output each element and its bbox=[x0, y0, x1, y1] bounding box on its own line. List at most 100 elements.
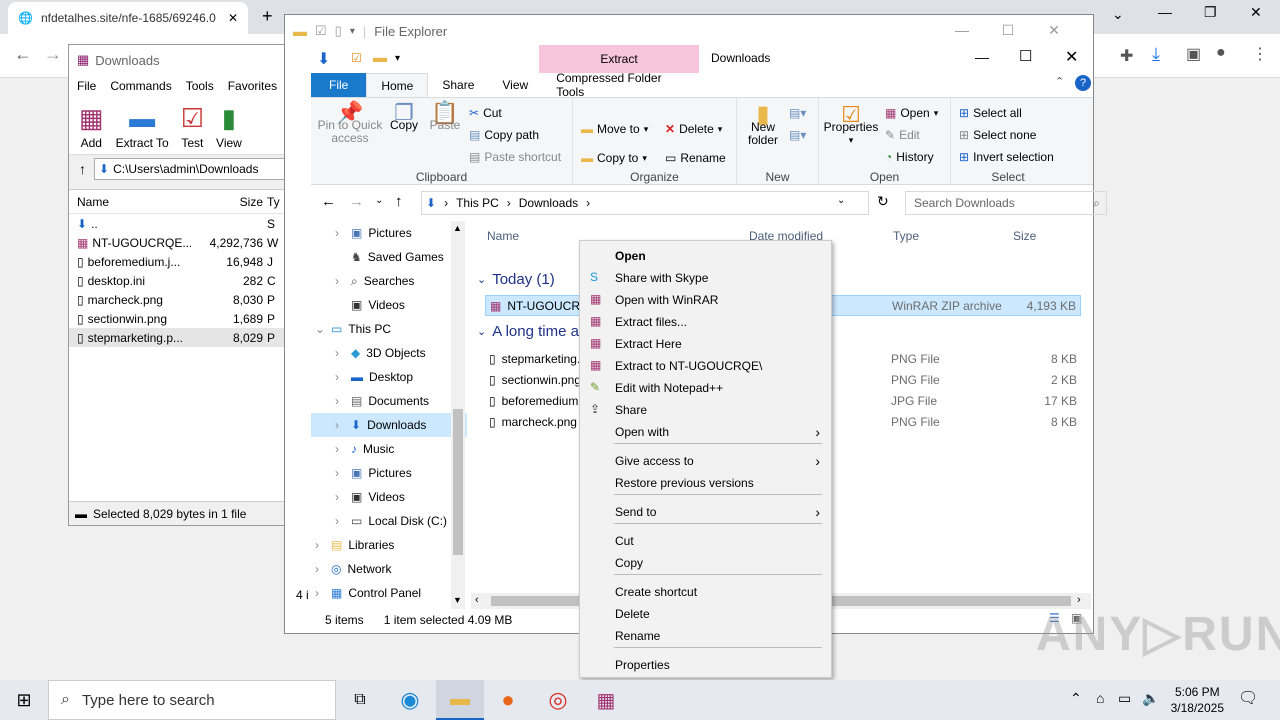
close-icon[interactable]: ✕ bbox=[1250, 4, 1262, 21]
tab-view[interactable]: View bbox=[488, 73, 542, 97]
copy-to-button[interactable]: ▬ Copy to ▾ bbox=[581, 151, 647, 165]
close-icon[interactable]: ✕ bbox=[1065, 47, 1078, 67]
rename-button[interactable]: ▭ Rename bbox=[665, 151, 726, 165]
menu-commands[interactable]: Commands bbox=[110, 79, 171, 93]
chevron-icon[interactable]: › bbox=[335, 346, 345, 360]
edit-button[interactable]: ✎ Edit bbox=[885, 128, 920, 142]
menu-favorites[interactable]: Favorites bbox=[228, 79, 277, 93]
winrar-path-field[interactable]: ⬇ C:\Users\admin\Downloads bbox=[94, 158, 285, 180]
close-icon[interactable]: ✕ bbox=[228, 11, 238, 25]
chevron-icon[interactable]: ⌄ bbox=[315, 322, 325, 336]
task-view-button[interactable]: ⧉ bbox=[336, 680, 384, 720]
network-tray-icon[interactable]: ⌂ bbox=[1096, 690, 1104, 706]
column-type[interactable]: Ty bbox=[267, 195, 285, 209]
chevron-up-icon[interactable]: ⌃ bbox=[1070, 690, 1082, 707]
menu-item-create-shortcut[interactable]: Create shortcut bbox=[582, 581, 830, 603]
easy-access-icon[interactable]: ▤▾ bbox=[789, 128, 806, 142]
refresh-icon[interactable]: ↻ bbox=[877, 193, 889, 210]
paste-shortcut-button[interactable]: ▤ Paste shortcut bbox=[469, 150, 561, 164]
list-item[interactable]: ▯ marcheck.png 8,030 P bbox=[69, 290, 285, 309]
tree-item[interactable]: ♞ Saved Games bbox=[311, 245, 467, 269]
tree-item[interactable]: › ▣ Pictures bbox=[311, 221, 467, 245]
chevron-icon[interactable]: › bbox=[335, 490, 345, 504]
chevron-down-icon[interactable]: ⌄ bbox=[1112, 6, 1124, 23]
restore-icon[interactable]: ❐ bbox=[1204, 4, 1217, 21]
file-explorer-button[interactable]: ▬ bbox=[436, 680, 484, 720]
menu-file[interactable]: File bbox=[77, 79, 96, 93]
column-size[interactable]: Size bbox=[191, 195, 267, 209]
address-bar[interactable]: ⬇ › This PC › Downloads › bbox=[421, 191, 869, 215]
chevron-icon[interactable]: › bbox=[335, 466, 345, 480]
menu-item-open-with[interactable]: Open with › bbox=[582, 421, 830, 443]
tree-item[interactable]: › ⬇ Downloads bbox=[311, 413, 467, 437]
start-button[interactable]: ⊞ bbox=[0, 680, 48, 720]
chevron-down-icon[interactable]: ▾ bbox=[350, 26, 355, 37]
copy-button[interactable]: ❐ Copy bbox=[387, 102, 421, 132]
tree-item[interactable]: › ▤ Documents bbox=[311, 389, 467, 413]
group-today[interactable]: ⌄ Today (1) bbox=[477, 271, 555, 288]
chevron-icon[interactable]: › bbox=[335, 514, 345, 528]
list-item[interactable]: ▯ beforemedium.j... 16,948 J bbox=[69, 252, 285, 271]
clock[interactable]: 5:06 PM 3/18/2025 bbox=[1171, 684, 1224, 716]
properties-icon[interactable]: ☑ bbox=[351, 51, 362, 65]
chevron-icon[interactable]: › bbox=[335, 394, 345, 408]
menu-item-share-with-skype[interactable]: S Share with Skype bbox=[582, 267, 830, 289]
test-button[interactable]: ☑ Test bbox=[181, 103, 204, 154]
new-folder-button[interactable]: ▮ New folder bbox=[743, 103, 783, 147]
tab-home[interactable]: Home bbox=[366, 73, 429, 97]
tree-scrollbar[interactable]: ▲ ▼ bbox=[451, 221, 465, 609]
forward-icon[interactable]: → bbox=[44, 44, 62, 65]
column-name[interactable]: Name bbox=[69, 195, 191, 209]
properties-icon[interactable]: ☑ bbox=[315, 23, 327, 39]
chevron-icon[interactable]: › bbox=[335, 226, 345, 240]
tree-item[interactable]: ⌄ ▭ This PC bbox=[311, 317, 467, 341]
extract-to-button[interactable]: ▬ Extract To bbox=[116, 103, 169, 154]
menu-item-extract-here[interactable]: ▦ Extract Here bbox=[582, 333, 830, 355]
view-button[interactable]: ▮ View bbox=[216, 103, 242, 154]
cut-button[interactable]: ✂ Cut bbox=[469, 106, 502, 120]
breadcrumb-downloads[interactable]: Downloads bbox=[519, 196, 578, 210]
menu-icon[interactable]: ⋮ bbox=[1252, 44, 1268, 64]
help-icon[interactable]: ? bbox=[1075, 75, 1091, 91]
chevron-icon[interactable]: › bbox=[335, 418, 345, 432]
chevron-down-icon[interactable]: ▼ bbox=[453, 595, 462, 605]
tree-item[interactable]: › ▦ Control Panel bbox=[311, 581, 467, 605]
chrome-button[interactable]: ◎ bbox=[534, 680, 582, 720]
menu-item-extract-to-folder[interactable]: ▦ Extract to NT-UGOUCRQE\ bbox=[582, 355, 830, 377]
profile-icon[interactable]: ● bbox=[1216, 44, 1226, 62]
search-input[interactable]: Search Downloads ⌕ bbox=[905, 191, 1107, 215]
menu-item-open[interactable]: Open bbox=[582, 245, 830, 267]
column-size[interactable]: Size bbox=[1013, 229, 1036, 243]
paste-button[interactable]: 📋 Paste bbox=[427, 102, 463, 132]
pin-quick-access-button[interactable]: 📌 Pin to Quick access bbox=[317, 102, 383, 145]
select-none-button[interactable]: ⊞ Select none bbox=[959, 128, 1036, 142]
tree-item[interactable]: › ◎ Network bbox=[311, 557, 467, 581]
menu-item-open-with-winrar[interactable]: ▦ Open with WinRAR bbox=[582, 289, 830, 311]
menu-item-restore-previous-versions[interactable]: Restore previous versions bbox=[582, 472, 830, 494]
tree-item[interactable]: › ⌕ Searches bbox=[311, 269, 467, 293]
select-all-button[interactable]: ⊞ Select all bbox=[959, 106, 1022, 120]
tree-item[interactable]: › ▣ Videos bbox=[311, 485, 467, 509]
tree-item[interactable]: › ▤ Libraries bbox=[311, 533, 467, 557]
chevron-right-icon[interactable]: › bbox=[1077, 594, 1081, 606]
scroll-thumb[interactable] bbox=[453, 409, 463, 555]
chevron-icon[interactable]: › bbox=[315, 586, 325, 600]
minimize-icon[interactable]: — bbox=[975, 49, 989, 65]
download-icon[interactable]: ⤓ bbox=[1152, 44, 1160, 65]
monitor-icon[interactable]: ▭ bbox=[1118, 690, 1131, 707]
menu-item-cut[interactable]: Cut bbox=[582, 530, 830, 552]
tree-item[interactable]: › ▬ Desktop bbox=[311, 365, 467, 389]
notification-icon[interactable]: 🗨 bbox=[1238, 688, 1258, 708]
extension-icon[interactable]: ✚ bbox=[1120, 46, 1133, 66]
menu-tools[interactable]: Tools bbox=[186, 79, 214, 93]
tree-item[interactable]: › ▭ Local Disk (C:) bbox=[311, 509, 467, 533]
minimize-icon[interactable]: — bbox=[1158, 4, 1172, 20]
new-tab-button[interactable]: + bbox=[262, 6, 273, 27]
open-button[interactable]: ▦ Open ▾ bbox=[885, 106, 938, 120]
minimize-icon[interactable]: — bbox=[939, 15, 985, 45]
firefox-button[interactable]: ● bbox=[484, 680, 532, 720]
up-arrow-icon[interactable]: ↑ bbox=[395, 193, 403, 210]
tab-file[interactable]: File bbox=[311, 73, 367, 97]
tab-compressed-folder-tools[interactable]: Compressed Folder Tools bbox=[542, 71, 702, 99]
tree-item[interactable]: › ♪ Music bbox=[311, 437, 467, 461]
